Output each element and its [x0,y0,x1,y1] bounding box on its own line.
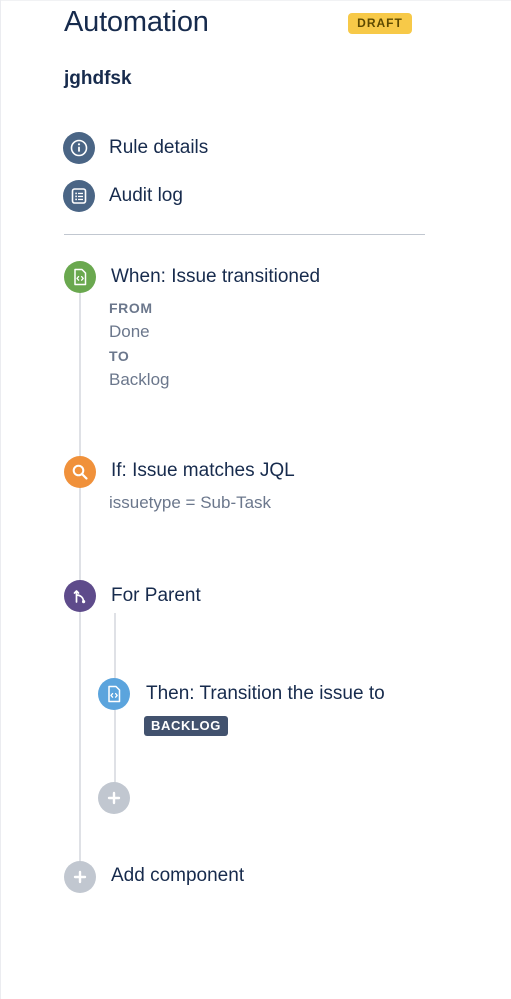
rule-connector-line [79,292,81,864]
to-value: Backlog [109,370,170,389]
search-icon [72,464,88,480]
branch-title[interactable]: For Parent [111,585,201,607]
list-icon [63,180,95,212]
trigger-title[interactable]: When: Issue transitioned [111,266,320,288]
action-node[interactable] [98,678,130,710]
plus-icon [107,791,121,805]
add-component-button[interactable] [64,861,96,893]
from-value: Done [109,322,150,341]
audit-log-label: Audit log [109,185,183,206]
jql-query: issuetype = Sub-Task [109,493,272,512]
branch-node[interactable] [64,580,96,612]
draft-badge: DRAFT [348,13,412,34]
info-icon [63,132,95,164]
status-lozenge: BACKLOG [144,716,228,736]
rule-details-link[interactable]: Rule details [63,132,208,164]
to-label: TO [109,348,130,364]
top-border [1,0,511,1]
trigger-node[interactable] [64,261,96,293]
document-code-icon [108,685,121,703]
action-title[interactable]: Then: Transition the issue to [146,683,385,705]
page-title: Automation [64,6,209,38]
branch-icon [73,590,86,604]
condition-node[interactable] [64,456,96,488]
branch-add-button[interactable] [98,782,130,814]
add-component-label[interactable]: Add component [111,865,244,887]
rule-name: jghdfsk [64,68,132,89]
condition-title[interactable]: If: Issue matches JQL [111,460,295,482]
from-label: FROM [109,300,153,316]
automation-panel: Automation DRAFT jghdfsk Rule details Au… [0,0,511,999]
plus-icon [73,870,87,884]
audit-log-link[interactable]: Audit log [63,180,183,212]
rule-details-label: Rule details [109,137,209,158]
document-code-icon [74,268,87,286]
divider [64,234,425,235]
